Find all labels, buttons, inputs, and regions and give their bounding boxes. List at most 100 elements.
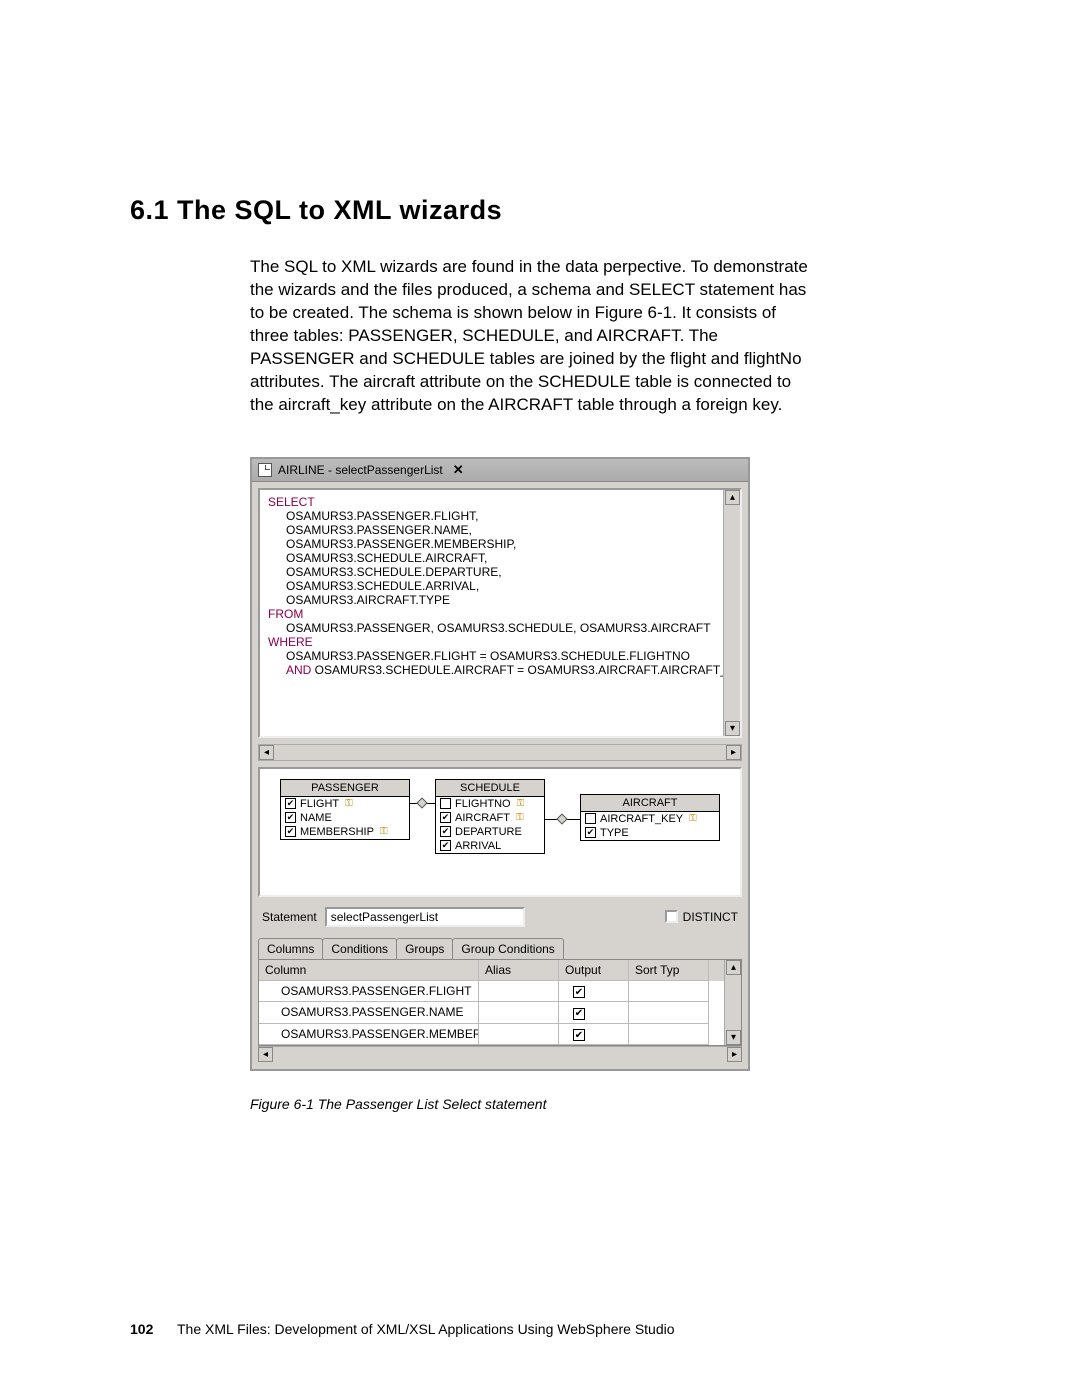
tab-bar: Columns Conditions Groups Group Conditio…	[252, 937, 748, 959]
grid-cell-alias[interactable]	[479, 981, 559, 1003]
tab-columns[interactable]: Columns	[258, 938, 323, 960]
grid-cell-output[interactable]: ✔	[559, 1002, 629, 1024]
scroll-down-icon[interactable]: ▾	[726, 1030, 741, 1045]
distinct-checkbox[interactable]: DISTINCT	[665, 910, 738, 924]
section-heading: 6.1 The SQL to XML wizards	[130, 195, 950, 226]
sql-select-line: OSAMURS3.SCHEDULE.ARRIVAL,	[268, 579, 732, 593]
sql-where-rest: OSAMURS3.SCHEDULE.AIRCRAFT = OSAMURS3.AI…	[311, 663, 727, 677]
table-title: SCHEDULE	[436, 780, 544, 797]
grid-cell-column: OSAMURS3.PASSENGER.MEMBER…	[259, 1024, 479, 1046]
table-row[interactable]: ✔ NAME	[281, 811, 409, 825]
grid-row[interactable]: OSAMURS3.PASSENGER.MEMBER… ✔	[259, 1024, 741, 1046]
scroll-left-icon[interactable]: ◂	[259, 745, 274, 760]
checkbox-icon[interactable]: ✔	[285, 812, 296, 823]
key-icon: ⚿	[380, 826, 388, 837]
sql-select-line: OSAMURS3.PASSENGER.FLIGHT,	[268, 509, 732, 523]
column-label: TYPE	[600, 827, 629, 839]
footer-text: The XML Files: Development of XML/XSL Ap…	[177, 1321, 675, 1337]
key-icon: ⚿	[516, 812, 524, 823]
key-icon: ⚿	[345, 798, 353, 809]
table-aircraft[interactable]: AIRCRAFT AIRCRAFT_KEY⚿ ✔TYPE	[580, 794, 720, 841]
table-passenger[interactable]: PASSENGER ✔FLIGHT⚿ ✔ NAME ✔MEMBERSHIP⚿	[280, 779, 410, 840]
column-label: FLIGHTNO	[455, 798, 511, 810]
table-row[interactable]: ✔FLIGHT⚿	[281, 797, 409, 811]
table-schedule[interactable]: SCHEDULE FLIGHTNO ⚿ ✔AIRCRAFT⚿ ✔DEPARTURE…	[435, 779, 545, 854]
table-row[interactable]: ✔MEMBERSHIP⚿	[281, 825, 409, 839]
table-row[interactable]: ✔DEPARTURE	[436, 825, 544, 839]
grid-header-cell[interactable]: Column	[259, 960, 479, 981]
grid-header-cell[interactable]: Sort Typ	[629, 960, 709, 981]
checkbox-icon[interactable]: ✔	[440, 812, 451, 823]
grid-cell-column: OSAMURS3.PASSENGER.NAME	[259, 1002, 479, 1024]
scroll-left-icon[interactable]: ◂	[258, 1047, 273, 1062]
page-number: 102	[130, 1321, 153, 1337]
tab-conditions[interactable]: Conditions	[322, 938, 397, 959]
distinct-label: DISTINCT	[683, 910, 738, 924]
sql-keyword-and: AND	[286, 663, 311, 677]
scroll-right-icon[interactable]: ▸	[726, 745, 741, 760]
table-row[interactable]: AIRCRAFT_KEY⚿	[581, 812, 719, 826]
column-label: NAME	[300, 812, 332, 824]
sql-editor[interactable]: SELECT OSAMURS3.PASSENGER.FLIGHT, OSAMUR…	[258, 488, 742, 738]
columns-grid[interactable]: Column Alias Output Sort Typ OSAMURS3.PA…	[258, 959, 742, 1047]
checkbox-icon[interactable]: ✔	[573, 1029, 585, 1041]
grid-header-cell[interactable]: Output	[559, 960, 629, 981]
table-row[interactable]: FLIGHTNO ⚿	[436, 797, 544, 811]
scroll-right-icon[interactable]: ▸	[727, 1047, 742, 1062]
join-handle-icon[interactable]	[556, 813, 567, 824]
statement-row: Statement DISTINCT	[252, 903, 748, 937]
sql-select-line: OSAMURS3.PASSENGER.NAME,	[268, 523, 732, 537]
checkbox-icon[interactable]	[440, 798, 451, 809]
checkbox-icon[interactable]: ✔	[585, 827, 596, 838]
window-title: AIRLINE - selectPassengerList	[278, 463, 443, 477]
checkbox-icon[interactable]	[665, 910, 678, 923]
table-row[interactable]: ✔ ARRIVAL	[436, 839, 544, 853]
grid-cell-alias[interactable]	[479, 1002, 559, 1024]
grid-cell-column: OSAMURS3.PASSENGER.FLIGHT	[259, 981, 479, 1003]
checkbox-icon[interactable]: ✔	[573, 986, 585, 998]
horizontal-scrollbar[interactable]: ◂ ▸	[258, 1046, 742, 1063]
sql-keyword-select: SELECT	[268, 495, 732, 509]
checkbox-icon[interactable]: ✔	[285, 826, 296, 837]
sql-keyword-where: WHERE	[268, 635, 732, 649]
schema-diagram[interactable]: PASSENGER ✔FLIGHT⚿ ✔ NAME ✔MEMBERSHIP⚿ SC…	[258, 767, 742, 897]
figure: AIRLINE - selectPassengerList ✕ SELECT O…	[250, 457, 750, 1113]
scroll-up-icon[interactable]: ▴	[726, 960, 741, 975]
sql-where-line: AND OSAMURS3.SCHEDULE.AIRCRAFT = OSAMURS…	[268, 663, 732, 677]
table-row[interactable]: ✔ TYPE	[581, 826, 719, 840]
table-title: PASSENGER	[281, 780, 409, 797]
horizontal-scrollbar[interactable]: ◂ ▸	[258, 744, 742, 761]
grid-cell-sort[interactable]	[629, 1024, 709, 1046]
grid-row[interactable]: OSAMURS3.PASSENGER.NAME ✔	[259, 1002, 741, 1024]
grid-cell-alias[interactable]	[479, 1024, 559, 1046]
grid-cell-output[interactable]: ✔	[559, 981, 629, 1003]
join-handle-icon[interactable]	[416, 797, 427, 808]
checkbox-icon[interactable]: ✔	[573, 1008, 585, 1020]
grid-cell-output[interactable]: ✔	[559, 1024, 629, 1046]
figure-caption: Figure 6-1 The Passenger List Select sta…	[250, 1096, 750, 1112]
grid-header-cell[interactable]: Alias	[479, 960, 559, 981]
sql-select-line: OSAMURS3.SCHEDULE.DEPARTURE,	[268, 565, 732, 579]
tab-groups[interactable]: Groups	[396, 938, 453, 959]
page-footer: 102 The XML Files: Development of XML/XS…	[130, 1321, 675, 1337]
close-icon[interactable]: ✕	[453, 462, 464, 478]
tab-group-conditions[interactable]: Group Conditions	[452, 938, 563, 959]
grid-header: Column Alias Output Sort Typ	[259, 960, 741, 981]
scroll-down-icon[interactable]: ▾	[725, 721, 740, 736]
grid-cell-sort[interactable]	[629, 981, 709, 1003]
vertical-scrollbar[interactable]: ▴ ▾	[724, 960, 741, 1046]
grid-row[interactable]: OSAMURS3.PASSENGER.FLIGHT ✔	[259, 981, 741, 1003]
window-titlebar: AIRLINE - selectPassengerList ✕	[252, 459, 748, 482]
checkbox-icon[interactable]: ✔	[440, 840, 451, 851]
vertical-scrollbar[interactable]: ▴ ▾	[723, 490, 740, 736]
checkbox-icon[interactable]: ✔	[285, 798, 296, 809]
sql-select-line: OSAMURS3.PASSENGER.MEMBERSHIP,	[268, 537, 732, 551]
checkbox-icon[interactable]	[585, 813, 596, 824]
statement-input[interactable]	[325, 907, 525, 927]
scroll-up-icon[interactable]: ▴	[725, 490, 740, 505]
table-row[interactable]: ✔AIRCRAFT⚿	[436, 811, 544, 825]
grid-cell-sort[interactable]	[629, 1002, 709, 1024]
checkbox-icon[interactable]: ✔	[440, 826, 451, 837]
key-icon: ⚿	[517, 798, 525, 809]
column-label: ARRIVAL	[455, 840, 501, 852]
